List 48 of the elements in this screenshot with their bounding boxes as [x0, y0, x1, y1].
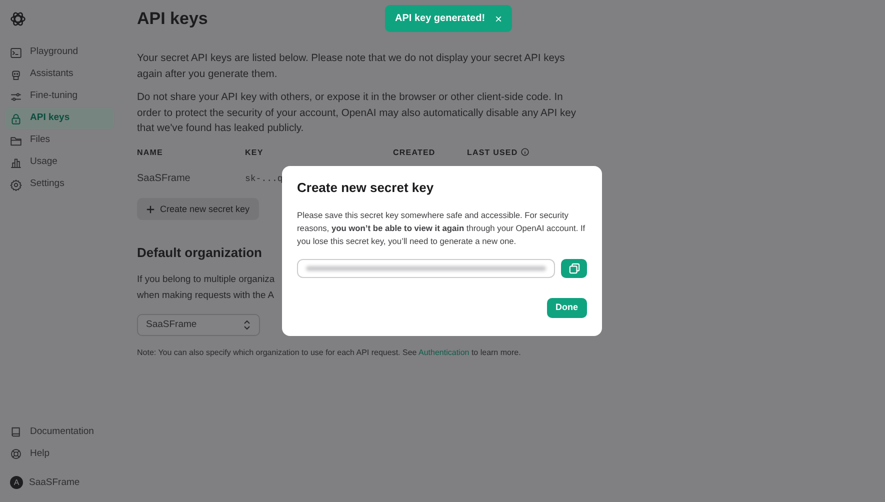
text-line: If you belong to multiple organiza	[137, 272, 275, 284]
info-icon	[520, 148, 529, 156]
create-key-button[interactable]: Create new secret key	[137, 198, 259, 220]
organization-select[interactable]: SaaSFrame	[137, 314, 260, 336]
chevron-icon	[243, 320, 251, 330]
plus-icon	[146, 204, 155, 214]
folder-icon	[10, 134, 22, 146]
sidebar-item[interactable]: Playground	[5, 42, 114, 63]
section-heading: Default organization	[137, 245, 262, 261]
column-header: NAME	[137, 148, 163, 157]
key-field[interactable]	[297, 258, 555, 278]
help-icon	[10, 448, 22, 460]
close-button[interactable]: ×	[495, 12, 502, 24]
done-button[interactable]: Done	[546, 298, 587, 318]
sidebar-item[interactable]: Files	[5, 130, 114, 151]
settings-icon	[10, 178, 22, 190]
page-title: API keys	[137, 9, 208, 30]
table-cell: sk-...q	[245, 174, 283, 184]
bar-chart-icon	[10, 156, 22, 168]
avatar-icon: A	[10, 476, 23, 490]
sidebar-item[interactable]: Usage	[5, 152, 114, 173]
sidebar-item[interactable]: Help	[5, 444, 114, 465]
sidebar-item[interactable]: Assistants	[5, 64, 114, 85]
copy-icon	[568, 262, 580, 274]
copy-button[interactable]	[561, 258, 587, 278]
sliders-icon	[10, 90, 22, 102]
book-icon	[10, 426, 22, 438]
text-line: when making requests with the A	[137, 289, 274, 300]
sidebar-item[interactable]: API keys	[5, 108, 114, 129]
column-header: KEY	[245, 148, 264, 157]
note-text: Note: You can also specify which organization to use for each API request. See Authentication to learn more.	[137, 346, 522, 359]
lock-icon	[10, 112, 22, 124]
paragraph: Your secret API keys are listed below. Please note that we do not display your secret API keys again after you generate them.	[137, 52, 566, 82]
column-header: CREATED	[393, 148, 436, 157]
terminal-icon	[10, 46, 22, 58]
dialog-title: Create new secret key	[297, 180, 435, 196]
account-button[interactable]: A SaaSFrame	[5, 470, 114, 496]
sidebar-item[interactable]: Documentation	[5, 422, 114, 443]
success-toast: API key generated! ×	[385, 5, 512, 32]
logo-icon	[9, 10, 27, 28]
sidebar-item[interactable]: Settings	[5, 174, 114, 195]
sidebar-item[interactable]: Fine-tuning	[5, 86, 114, 107]
table-cell: SaaSFrame	[137, 172, 190, 184]
paragraph: Do not share your API key with others, or expose it in the browser or other client-side code. In order to protect the security of your account, OpenAI may also automatically disable any API key that we've found has leaked publicly.	[137, 91, 577, 136]
column-header: LAST USED	[467, 148, 518, 157]
robot-icon	[10, 68, 22, 80]
dialog-text: Please save this secret key somewhere safe and accessible. For security reasons, you won’t be able to view it again through your OpenAI account. If you lose this secret key, you’ll need to generate a new one.	[297, 208, 586, 248]
authentication-link[interactable]: Authentication	[418, 348, 470, 357]
